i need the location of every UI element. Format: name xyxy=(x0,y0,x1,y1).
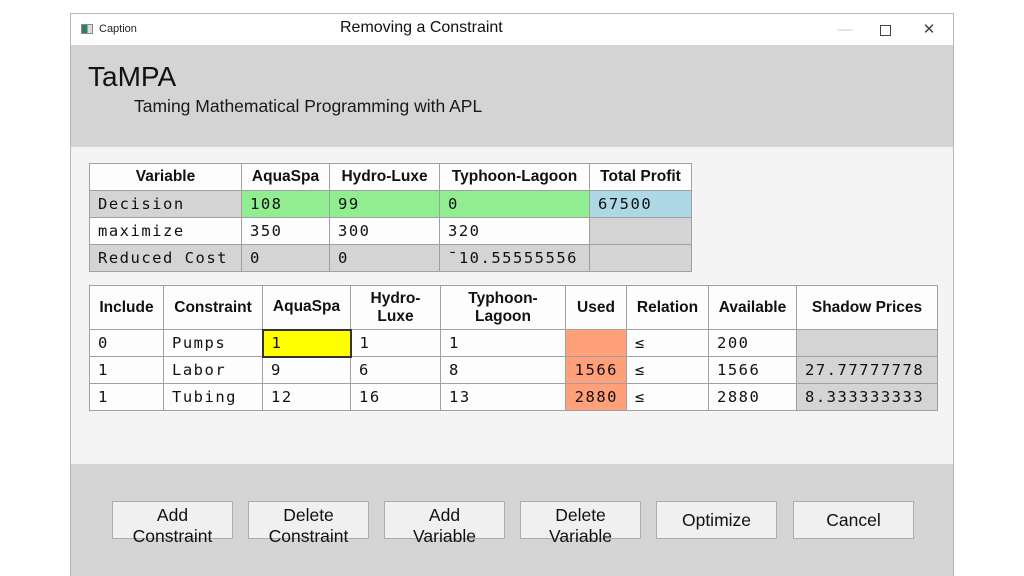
col-relation: Relation xyxy=(626,285,709,330)
available-cell[interactable]: 200 xyxy=(708,329,797,357)
button-label-line: Add xyxy=(428,505,461,525)
header-line: Hydro- xyxy=(370,289,421,307)
constraints-header-row: Include Constraint AquaSpa Hydro- Luxe Ty… xyxy=(89,285,938,330)
col-typhoon-lagoon: Typhoon-Lagoon xyxy=(440,285,566,330)
slide-title: Removing a Constraint xyxy=(340,19,503,36)
coefficient-cell[interactable]: 1 xyxy=(440,329,566,357)
constraint-name-cell[interactable]: Labor xyxy=(163,356,263,384)
variables-table: Variable AquaSpa Hydro-Luxe Typhoon-Lago… xyxy=(89,163,692,272)
col-variable: Variable xyxy=(89,163,242,191)
col-hydro-luxe: Hydro-Luxe xyxy=(329,163,440,191)
constraints-table: Include Constraint AquaSpa Hydro- Luxe Ty… xyxy=(89,285,938,411)
decision-cell[interactable]: 99 xyxy=(329,190,440,218)
decision-cell[interactable]: 108 xyxy=(241,190,330,218)
optimize-button[interactable]: Optimize xyxy=(656,501,777,539)
coefficient-cell[interactable]: 9 xyxy=(262,356,351,384)
reduced-cost-cell: ¯10.55555556 xyxy=(439,244,590,272)
window-caption: Caption xyxy=(99,23,137,35)
button-label-line: Constraint xyxy=(268,526,349,546)
used-cell xyxy=(565,329,627,357)
reduced-cost-cell: 0 xyxy=(241,244,330,272)
constraint-row-pumps: 0 Pumps 1 1 1 ≤ 200 xyxy=(89,328,938,358)
maximize-icon xyxy=(879,24,891,36)
app-window: Caption Removing a Constraint — ✕ TaMPA … xyxy=(70,13,954,576)
decision-cell[interactable]: 0 xyxy=(439,190,590,218)
col-shadow-prices: Shadow Prices xyxy=(796,285,938,330)
constraint-name-cell[interactable]: Tubing xyxy=(163,383,263,411)
add-variable-button[interactable]: Add Variable xyxy=(384,501,505,546)
shadow-price-cell xyxy=(796,329,938,357)
relation-cell[interactable]: ≤ xyxy=(626,329,709,357)
coefficient-cell[interactable]: 8 xyxy=(440,356,566,384)
row-label: maximize xyxy=(89,217,242,245)
app-subtitle: Taming Mathematical Programming with APL xyxy=(134,96,483,116)
include-cell[interactable]: 0 xyxy=(89,329,164,357)
coefficient-cell[interactable]: 1 xyxy=(350,329,441,357)
col-available: Available xyxy=(708,285,797,330)
cancel-button[interactable]: Cancel xyxy=(793,501,914,539)
col-used: Used xyxy=(565,285,627,330)
reduced-cost-row: Reduced Cost 0 0 ¯10.55555556 xyxy=(89,244,692,272)
empty-cell xyxy=(589,217,692,245)
delete-constraint-button[interactable]: Delete Constraint xyxy=(248,501,369,546)
col-total-profit: Total Profit xyxy=(589,163,692,191)
button-label-line: Delete xyxy=(283,505,334,525)
relation-cell[interactable]: ≤ xyxy=(626,356,709,384)
include-cell[interactable]: 1 xyxy=(89,356,164,384)
used-cell: 1566 xyxy=(565,356,627,384)
col-aquaspa: AquaSpa xyxy=(262,285,351,330)
button-label-line: Variable xyxy=(549,526,612,546)
col-constraint: Constraint xyxy=(163,285,263,330)
coefficient-cell[interactable]: 6 xyxy=(350,356,441,384)
coefficient-cell[interactable]: 16 xyxy=(350,383,441,411)
relation-cell[interactable]: ≤ xyxy=(626,383,709,411)
app-icon xyxy=(81,24,93,34)
add-constraint-button[interactable]: Add Constraint xyxy=(112,501,233,546)
delete-variable-button[interactable]: Delete Variable xyxy=(520,501,641,546)
coefficient-cell[interactable]: 12 xyxy=(262,383,351,411)
empty-cell xyxy=(589,244,692,272)
constraint-name-cell[interactable]: Pumps xyxy=(163,329,263,357)
constraint-row-tubing: 1 Tubing 12 16 13 2880 ≤ 2880 8.33333333… xyxy=(89,383,938,411)
row-label: Reduced Cost xyxy=(89,244,242,272)
header-line: Typhoon- xyxy=(468,289,538,307)
maximize-row: maximize 350 300 320 xyxy=(89,217,692,245)
used-cell: 2880 xyxy=(565,383,627,411)
col-hydro-luxe: Hydro-Luxe xyxy=(350,285,441,330)
title-bar: Caption Removing a Constraint — ✕ xyxy=(71,14,953,45)
header-line: Luxe xyxy=(377,307,414,325)
minimize-button[interactable]: — xyxy=(823,18,867,42)
close-button[interactable]: ✕ xyxy=(907,18,951,42)
total-profit-cell[interactable]: 67500 xyxy=(589,190,692,218)
header-line: Lagoon xyxy=(475,307,531,325)
coefficient-cell[interactable]: 13 xyxy=(440,383,566,411)
constraint-row-labor: 1 Labor 9 6 8 1566 ≤ 1566 27.77777778 xyxy=(89,356,938,384)
maximize-button[interactable] xyxy=(863,18,907,42)
include-cell[interactable]: 1 xyxy=(89,383,164,411)
button-label-line: Constraint xyxy=(132,526,213,546)
col-typhoon-lagoon: Typhoon-Lagoon xyxy=(439,163,590,191)
available-cell[interactable]: 1566 xyxy=(708,356,797,384)
app-header: TaMPA Taming Mathematical Programming wi… xyxy=(71,45,953,147)
reduced-cost-cell: 0 xyxy=(329,244,440,272)
shadow-price-cell: 8.333333333 xyxy=(796,383,938,411)
col-aquaspa: AquaSpa xyxy=(241,163,330,191)
button-label-line: Add xyxy=(156,505,189,525)
col-include: Include xyxy=(89,285,164,330)
variables-header-row: Variable AquaSpa Hydro-Luxe Typhoon-Lago… xyxy=(89,163,692,191)
app-name: TaMPA xyxy=(88,61,177,92)
objective-cell[interactable]: 300 xyxy=(329,217,440,245)
objective-cell[interactable]: 350 xyxy=(241,217,330,245)
button-label-line: Variable xyxy=(413,526,476,546)
objective-cell[interactable]: 320 xyxy=(439,217,590,245)
button-bar: Add Constraint Delete Constraint Add Var… xyxy=(71,464,953,576)
shadow-price-cell: 27.77777778 xyxy=(796,356,938,384)
row-label: Decision xyxy=(89,190,242,218)
decision-row: Decision 108 99 0 67500 xyxy=(89,190,692,218)
available-cell[interactable]: 2880 xyxy=(708,383,797,411)
selected-coefficient-cell[interactable]: 1 xyxy=(261,328,352,358)
button-label-line: Delete xyxy=(555,505,606,525)
